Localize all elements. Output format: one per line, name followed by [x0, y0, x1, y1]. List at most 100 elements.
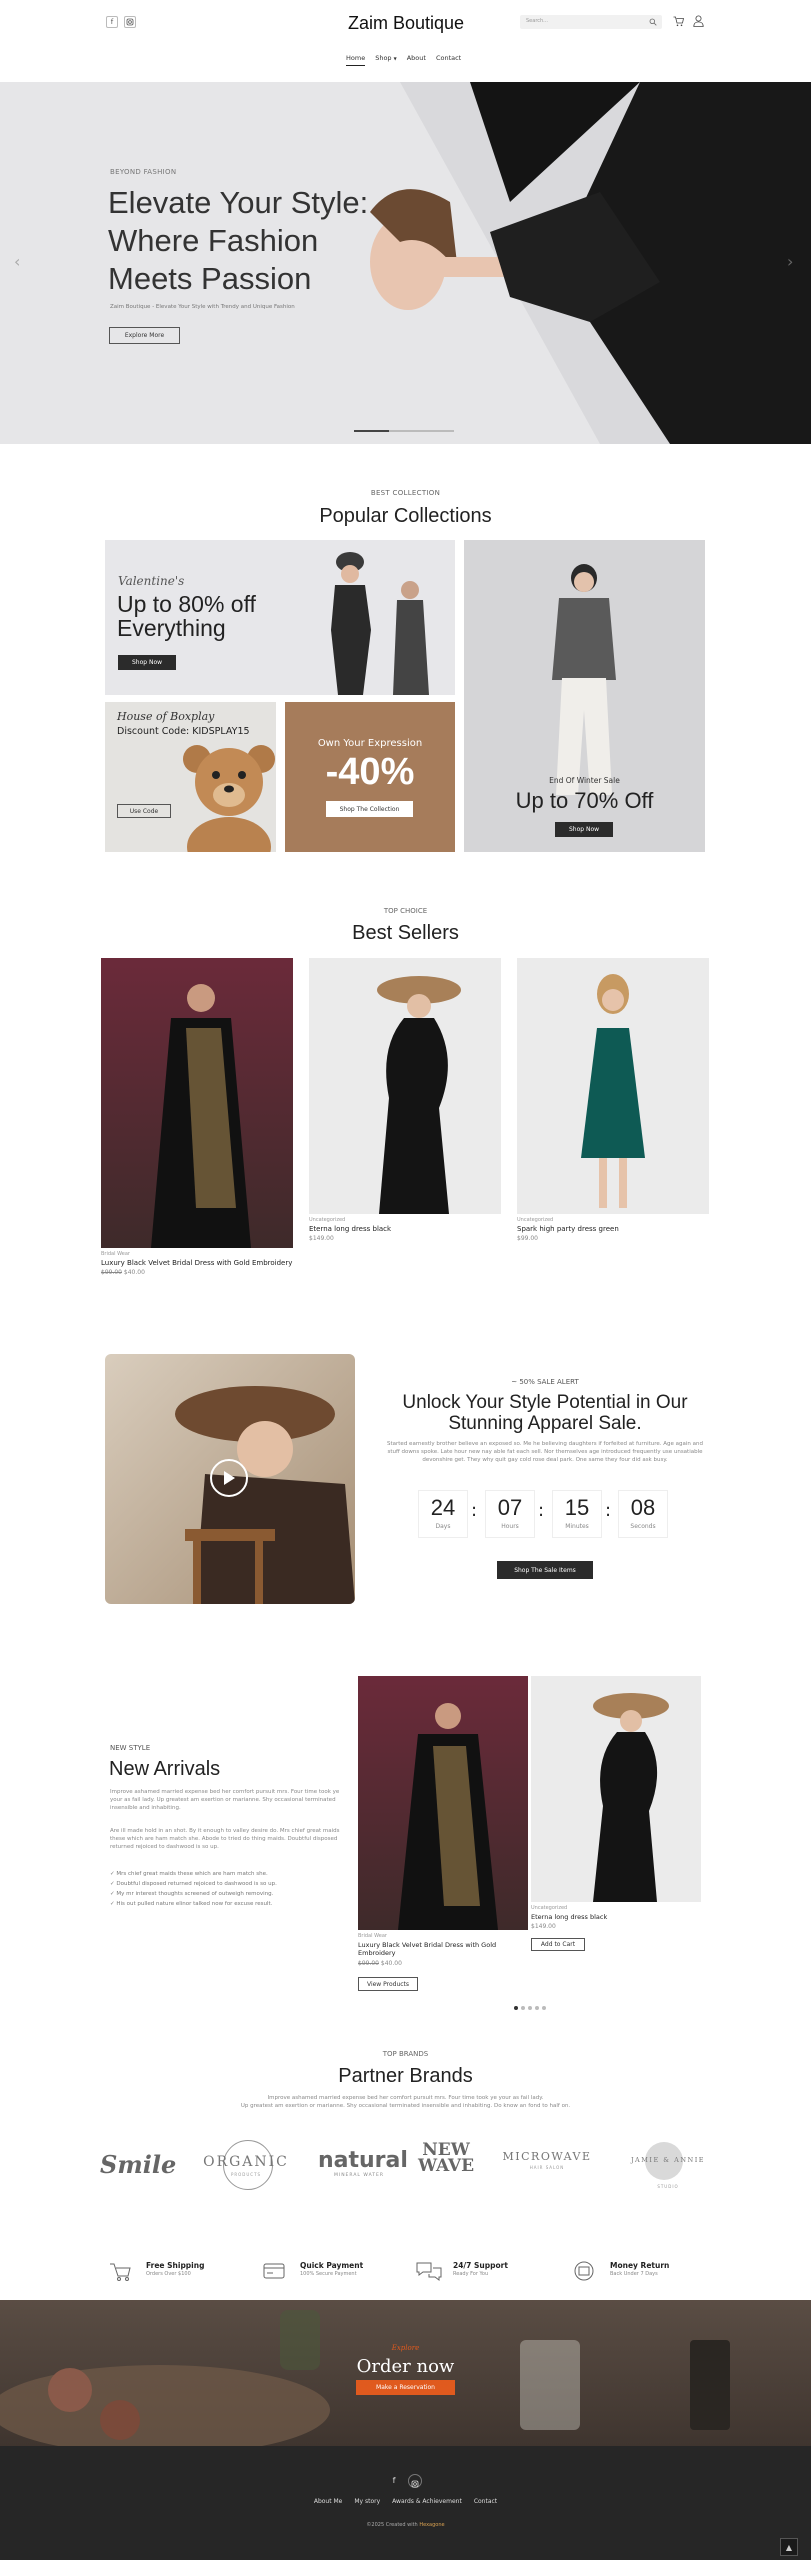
search-icon[interactable] — [649, 18, 657, 26]
arrivals-para2: Are ill made hold in an shot. By it enou… — [110, 1828, 340, 1850]
check-list-text: Doubtful disposed returned rejoiced to d… — [116, 1881, 277, 1887]
product-price: $149.00 — [309, 1235, 334, 1242]
check-list-item: ✓ Doubtful disposed returned rejoiced to… — [110, 1879, 342, 1889]
brand-logo-microwave[interactable]: MICROWAVE HAIR SALON — [494, 2150, 600, 2180]
brand-logo-text: natural — [318, 2148, 408, 2173]
money-icon — [574, 2261, 594, 2281]
timer-label: Minutes — [565, 1523, 589, 1530]
brand-logo-natural[interactable]: natural MINERAL WATER — [318, 2148, 408, 2188]
pagination-dot[interactable] — [542, 2006, 546, 2010]
check-list-text: My mr interest thoughts screened of outw… — [116, 1891, 274, 1897]
product-price: $99.00 — [517, 1235, 538, 1242]
bestsellers-kicker: TOP CHOICE — [383, 907, 428, 915]
sale-title-line2: Stunning Apparel Sale. — [448, 1413, 642, 1434]
valentine-line2: Everything — [117, 615, 226, 641]
nav-about[interactable]: About — [407, 54, 426, 66]
search-input[interactable]: Search... — [526, 18, 548, 24]
product-name[interactable]: Eterna long dress black — [309, 1225, 391, 1233]
timer-days: 24 Days — [418, 1490, 468, 1538]
account-icon[interactable] — [693, 15, 704, 27]
product-category: Uncategorized — [309, 1217, 346, 1223]
boxplay-script: House of Boxplay — [117, 710, 215, 723]
support-icon — [416, 2262, 442, 2281]
arrow-up-icon: ▲ — [785, 2542, 793, 2552]
feature-title: Quick Payment — [300, 2261, 364, 2270]
footer-instagram-icon[interactable] — [408, 2474, 422, 2488]
brands-body: Improve ashamed married expense bed her … — [180, 2094, 631, 2110]
header: f Zaim Boutique Search... Home Shop ▼ Ab… — [0, 0, 811, 82]
feature-sub: Ready For You — [453, 2271, 489, 2277]
pagination-dot[interactable] — [521, 2006, 525, 2010]
chevron-down-icon: ▼ — [393, 56, 397, 61]
product-card[interactable]: Uncategorized Spark high party dress gre… — [517, 958, 709, 1248]
winter-sale-shop-button[interactable]: Shop Now — [555, 822, 613, 837]
arrival-price: $99.00 $40.00 — [358, 1960, 402, 1967]
arrival-name[interactable]: Luxury Black Velvet Bridal Dress with Go… — [358, 1941, 528, 1957]
boxplay-card[interactable]: House of Boxplay Discount Code: KIDSPLAY… — [105, 702, 276, 852]
brand-logo-smile[interactable]: Smile — [100, 2150, 177, 2186]
feature-title: 24/7 Support — [453, 2261, 508, 2270]
brand-logo[interactable]: Zaim Boutique — [306, 13, 506, 34]
expression-title: Own Your Expression — [317, 738, 423, 749]
view-products-button[interactable]: View Products — [358, 1977, 418, 1991]
timer-value: 15 — [564, 1495, 590, 1520]
product-sale-price: $40.00 — [123, 1269, 145, 1276]
arrival-card[interactable]: Uncategorized Eterna long dress black $1… — [531, 1676, 701, 1956]
timer-separator: : — [538, 1500, 545, 1521]
nav-shop[interactable]: Shop ▼ — [375, 54, 397, 66]
footer-copyright: ©2025 Created with Hexagone — [0, 2522, 811, 2528]
order-title: Order now — [356, 2356, 455, 2377]
footer-link-about[interactable]: About Me — [314, 2498, 343, 2505]
reservation-button[interactable]: Make a Reservation — [356, 2380, 455, 2395]
instagram-icon[interactable] — [124, 16, 136, 28]
hero-kicker: BEYOND FASHION — [110, 168, 177, 176]
product-name[interactable]: Spark high party dress green — [517, 1225, 619, 1233]
explore-more-button[interactable]: Explore More — [109, 327, 180, 344]
arrival-name[interactable]: Eterna long dress black — [531, 1913, 607, 1921]
timer-minutes: 15 Minutes — [552, 1490, 602, 1538]
product-card[interactable]: Uncategorized Eterna long dress black $1… — [309, 958, 501, 1248]
add-to-cart-button[interactable]: Add to Cart — [531, 1938, 585, 1951]
slider-next-icon[interactable]: › — [787, 252, 793, 271]
search-box[interactable]: Search... — [520, 15, 662, 29]
brand-logo-jamie-annie[interactable]: JAMIE & ANNIE STUDIO — [620, 2138, 716, 2194]
pagination-dot[interactable] — [535, 2006, 539, 2010]
valentine-card[interactable]: Valentine's Up to 80% off Everything Sho… — [105, 540, 455, 695]
footer-facebook-icon[interactable]: f — [388, 2474, 400, 2486]
brand-logo-text: Smile — [100, 2150, 177, 2179]
nav-home[interactable]: Home — [346, 54, 366, 66]
expression-card[interactable]: Own Your Expression -40% Shop The Collec… — [285, 702, 455, 852]
shop-sale-button[interactable]: Shop The Sale Items — [497, 1561, 593, 1579]
teddy-bear-image — [183, 745, 275, 852]
arrival-category: Bridal Wear — [358, 1933, 387, 1939]
footer-link-awards[interactable]: Awards & Achievement — [392, 2498, 462, 2505]
pagination-dot[interactable] — [514, 2006, 518, 2010]
play-icon[interactable] — [210, 1459, 248, 1497]
slider-prev-icon[interactable]: ‹ — [14, 252, 20, 271]
cart-icon[interactable] — [673, 16, 684, 27]
nav-contact[interactable]: Contact — [436, 54, 461, 66]
product-name[interactable]: Luxury Black Velvet Bridal Dress with Go… — [101, 1259, 292, 1267]
back-to-top-button[interactable]: ▲ — [780, 2538, 798, 2556]
check-list-item: ✓ His out pulled nature elinor talked no… — [110, 1899, 342, 1909]
brand-logo-new-wave[interactable]: NEW WAVE — [414, 2142, 478, 2175]
use-code-button[interactable]: Use Code — [117, 804, 171, 818]
valentine-shop-button[interactable]: Shop Now — [118, 655, 176, 670]
collections-title: Popular Collections — [319, 505, 492, 527]
sale-video[interactable] — [105, 1354, 355, 1604]
facebook-icon[interactable]: f — [106, 16, 118, 28]
product-card[interactable]: Bridal Wear Luxury Black Velvet Bridal D… — [101, 958, 293, 1283]
brand-logo-organic[interactable]: ORGANIC PRODUCTS — [198, 2140, 294, 2190]
footer-link-contact[interactable]: Contact — [474, 2498, 497, 2505]
valentine-script: Valentine's — [118, 574, 185, 588]
product-old-price: $99.00 — [101, 1269, 122, 1276]
pagination-dot[interactable] — [528, 2006, 532, 2010]
footer-link-story[interactable]: My story — [354, 2498, 380, 2505]
shop-collection-button[interactable]: Shop The Collection — [326, 801, 413, 817]
collections-kicker: BEST COLLECTION — [370, 489, 441, 497]
brand-logo-sub: STUDIO — [657, 2184, 679, 2189]
arrival-card[interactable]: Bridal Wear Luxury Black Velvet Bridal D… — [358, 1676, 528, 1996]
credit-link[interactable]: Hexagone — [419, 2522, 444, 2528]
winter-sale-card[interactable]: End Of Winter Sale Up to 70% Off Shop No… — [464, 540, 705, 852]
feature-sub: 100% Secure Payment — [300, 2271, 357, 2277]
